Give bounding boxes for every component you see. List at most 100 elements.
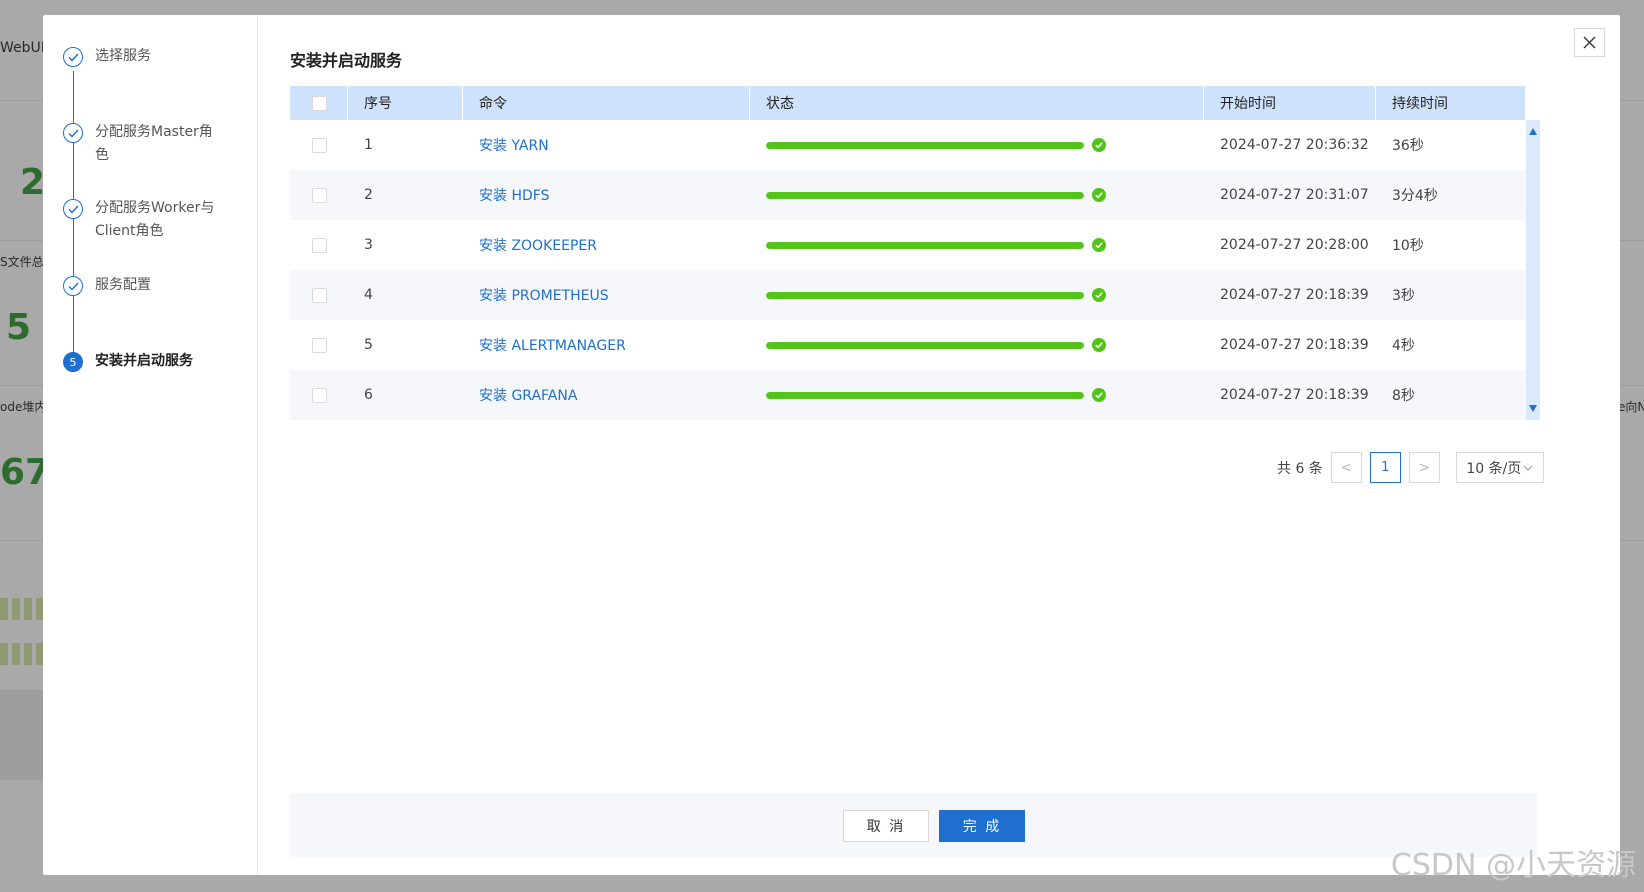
chevron-down-icon	[1523, 465, 1533, 471]
check-icon	[63, 123, 83, 143]
check-icon	[63, 276, 83, 296]
command-link[interactable]: 安装 ALERTMANAGER	[479, 335, 626, 355]
check-circle-icon	[1092, 338, 1106, 352]
step-label: 分配服务Master角色	[95, 124, 213, 163]
pagination-total: 共 6 条	[1277, 460, 1323, 477]
command-link[interactable]: 安装 GRAFANA	[479, 385, 577, 405]
done-button[interactable]: 完 成	[939, 810, 1025, 842]
modal-footer: 取 消 完 成	[290, 793, 1537, 857]
row-start-time: 2024-07-27 20:36:32	[1220, 137, 1369, 153]
wizard-steps: 选择服务 分配服务Master角色 分配服务Worker与Client角色 服务…	[43, 15, 258, 875]
bg-fragment: S文件总	[0, 255, 44, 269]
row-start-time: 2024-07-27 20:18:39	[1220, 387, 1369, 403]
row-checkbox[interactable]	[312, 287, 327, 303]
step-label: 分配服务Worker与Client角色	[95, 200, 215, 239]
step-assign-worker-client[interactable]: 分配服务Worker与Client角色	[63, 199, 215, 243]
header-status: 状态	[750, 86, 1204, 120]
prev-page-button[interactable]: <	[1330, 452, 1362, 483]
row-status	[750, 120, 1204, 170]
next-page-button[interactable]: >	[1408, 452, 1440, 483]
check-circle-icon	[1092, 288, 1106, 302]
scroll-down-icon[interactable]	[1529, 405, 1537, 412]
install-wizard-modal: 选择服务 分配服务Master角色 分配服务Worker与Client角色 服务…	[43, 15, 1620, 875]
command-link[interactable]: 安装 HDFS	[479, 185, 549, 205]
select-all-checkbox[interactable]	[312, 95, 327, 111]
header-command: 命令	[463, 86, 750, 120]
row-status	[750, 170, 1204, 220]
pagination: 共 6 条 < 1 > 10 条/页	[1277, 452, 1544, 483]
row-checkbox[interactable]	[312, 187, 327, 203]
row-command: 安装 PROMETHEUS	[463, 270, 750, 320]
table-row: 2 安装 HDFS 2024-07-27 20:31:07 3分4秒	[290, 170, 1526, 220]
row-checkbox[interactable]	[312, 337, 327, 353]
bg-fragment: WebUI	[0, 40, 45, 56]
row-no: 6	[364, 387, 373, 403]
bg-chart	[0, 643, 44, 665]
row-no: 1	[364, 137, 373, 153]
step-service-config[interactable]: 服务配置	[63, 276, 235, 297]
progress-fill	[766, 341, 1084, 349]
row-no: 3	[364, 237, 373, 253]
row-checkbox[interactable]	[312, 137, 327, 153]
table-scrollbar[interactable]	[1526, 120, 1540, 420]
select-all-cell	[290, 86, 348, 120]
step-label: 安装并启动服务	[95, 353, 193, 369]
step-select-service[interactable]: 选择服务	[63, 47, 235, 68]
header-duration: 持续时间	[1376, 86, 1526, 120]
row-select-cell	[290, 370, 348, 420]
row-start-time: 2024-07-27 20:18:39	[1220, 287, 1369, 303]
progress-track	[766, 241, 1084, 249]
command-link[interactable]: 安装 ZOOKEEPER	[479, 235, 597, 255]
page-1-button[interactable]: 1	[1369, 452, 1401, 483]
close-button[interactable]	[1574, 28, 1605, 57]
row-select-cell	[290, 320, 348, 370]
row-duration: 10秒	[1392, 238, 1424, 254]
row-duration: 4秒	[1392, 338, 1415, 354]
progress	[766, 338, 1106, 352]
row-command: 安装 ALERTMANAGER	[463, 320, 750, 370]
bg-fragment: e向N	[1618, 400, 1644, 414]
header-start-time: 开始时间	[1204, 86, 1376, 120]
progress	[766, 138, 1106, 152]
watermark: CSDN @小天资源	[1390, 848, 1636, 883]
cancel-button[interactable]: 取 消	[843, 810, 929, 842]
check-icon	[63, 199, 83, 219]
row-select-cell	[290, 220, 348, 270]
table-row: 1 安装 YARN 2024-07-27 20:36:32 36秒	[290, 120, 1526, 170]
progress-fill	[766, 191, 1084, 199]
row-status	[750, 220, 1204, 270]
step-label: 服务配置	[95, 277, 151, 293]
bg-chart	[0, 598, 44, 620]
row-select-cell	[290, 120, 348, 170]
progress	[766, 288, 1106, 302]
check-circle-icon	[1092, 138, 1106, 152]
bg-panel	[0, 690, 43, 780]
bg-fragment: ode堆内	[0, 400, 47, 414]
wizard-content: 安装并启动服务 序号 命令 状态 开始时间 持续时间 1 安装 YARN 2024-…	[287, 15, 1620, 875]
row-no: 2	[364, 187, 373, 203]
command-link[interactable]: 安装 PROMETHEUS	[479, 285, 609, 305]
row-status	[750, 270, 1204, 320]
step-install-start[interactable]: 5 安装并启动服务	[63, 352, 235, 373]
check-circle-icon	[1092, 238, 1106, 252]
row-checkbox[interactable]	[312, 237, 327, 253]
check-circle-icon	[1092, 388, 1106, 402]
progress	[766, 388, 1106, 402]
table-row: 3 安装 ZOOKEEPER 2024-07-27 20:28:00 10秒	[290, 220, 1526, 270]
row-select-cell	[290, 270, 348, 320]
page-size-select[interactable]: 10 条/页	[1455, 452, 1544, 483]
check-circle-icon	[1092, 188, 1106, 202]
progress	[766, 188, 1106, 202]
row-status	[750, 320, 1204, 370]
row-no: 5	[364, 337, 373, 353]
scroll-up-icon[interactable]	[1529, 128, 1537, 135]
table-body: 1 安装 YARN 2024-07-27 20:36:32 36秒 2 安装 HDFS 20…	[290, 120, 1526, 420]
step-assign-master[interactable]: 分配服务Master角色	[63, 123, 215, 167]
progress-fill	[766, 141, 1084, 149]
page-size-value: 10 条/页	[1466, 460, 1522, 477]
table-row: 6 安装 GRAFANA 2024-07-27 20:18:39 8秒	[290, 370, 1526, 420]
command-link[interactable]: 安装 YARN	[479, 135, 549, 155]
row-checkbox[interactable]	[312, 387, 327, 403]
row-command: 安装 HDFS	[463, 170, 750, 220]
bg-number: 5	[6, 307, 32, 348]
